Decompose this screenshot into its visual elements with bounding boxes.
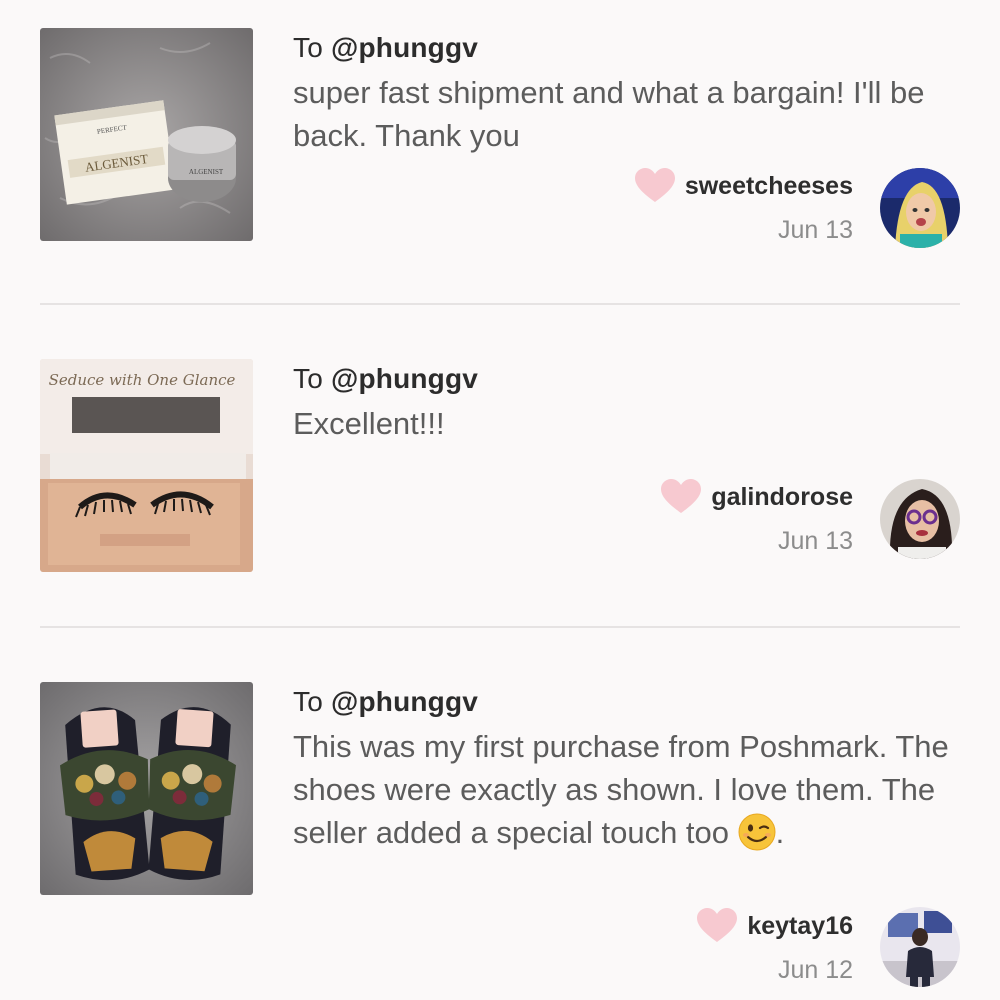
review-recipient: To @phunggv	[293, 363, 478, 395]
eyelash-box-photo: Seduce with One Glance	[40, 359, 253, 572]
listing-photo[interactable]: PERFECT ALGENIST ALGENIST	[40, 28, 253, 241]
review-meta: sweetcheeses Jun 13	[634, 168, 853, 245]
review-comment: Excellent!!!	[293, 406, 445, 441]
sandals-photo	[40, 682, 253, 895]
reviewer-username[interactable]: galindorose	[711, 483, 853, 512]
to-prefix: To	[293, 363, 323, 394]
comment-text: This was my first purchase from Poshmark…	[293, 729, 949, 850]
heart-icon[interactable]	[661, 479, 702, 515]
reviewer-username[interactable]: sweetcheeses	[685, 172, 853, 201]
to-prefix: To	[293, 32, 323, 63]
comment-suffix: .	[775, 815, 785, 850]
winking-face-emoji-icon	[738, 813, 776, 851]
review-card: PERFECT ALGENIST ALGENIST To @phunggv su…	[0, 0, 1000, 300]
jar-label-brand: ALGENIST	[189, 168, 224, 176]
avatar[interactable]	[880, 168, 960, 248]
avatar[interactable]	[880, 479, 960, 559]
avatar[interactable]	[880, 907, 960, 987]
review-meta: galindorose Jun 13	[661, 479, 853, 556]
review-comment: super fast shipment and what a bargain! …	[293, 75, 925, 153]
reviewer-username[interactable]: keytay16	[747, 912, 853, 941]
review-meta: keytay16 Jun 12	[697, 908, 853, 985]
review-recipient: To @phunggv	[293, 686, 478, 718]
recipient-handle[interactable]: @phunggv	[331, 32, 478, 63]
review-date: Jun 12	[777, 956, 853, 984]
recipient-handle[interactable]: @phunggv	[331, 363, 478, 394]
to-prefix: To	[293, 686, 323, 717]
listing-photo[interactable]: Seduce with One Glance	[40, 359, 253, 572]
box-tagline: Seduce with One Glance	[49, 371, 236, 389]
review-recipient: To @phunggv	[293, 32, 478, 64]
skincare-product-photo: PERFECT ALGENIST ALGENIST	[40, 28, 253, 241]
listing-photo[interactable]	[40, 682, 253, 895]
review-card: Seduce with One Glance To @phunggv Excel…	[0, 305, 1000, 625]
recipient-handle[interactable]: @phunggv	[331, 686, 478, 717]
heart-icon[interactable]	[634, 168, 675, 204]
review-date: Jun 13	[777, 527, 853, 555]
review-comment: This was my first purchase from Poshmark…	[293, 725, 953, 854]
review-date: Jun 13	[777, 216, 853, 244]
heart-icon[interactable]	[697, 908, 738, 944]
review-card: To @phunggv This was my first purchase f…	[0, 628, 1000, 1000]
reviews-feed: PERFECT ALGENIST ALGENIST To @phunggv su…	[0, 0, 1000, 1000]
